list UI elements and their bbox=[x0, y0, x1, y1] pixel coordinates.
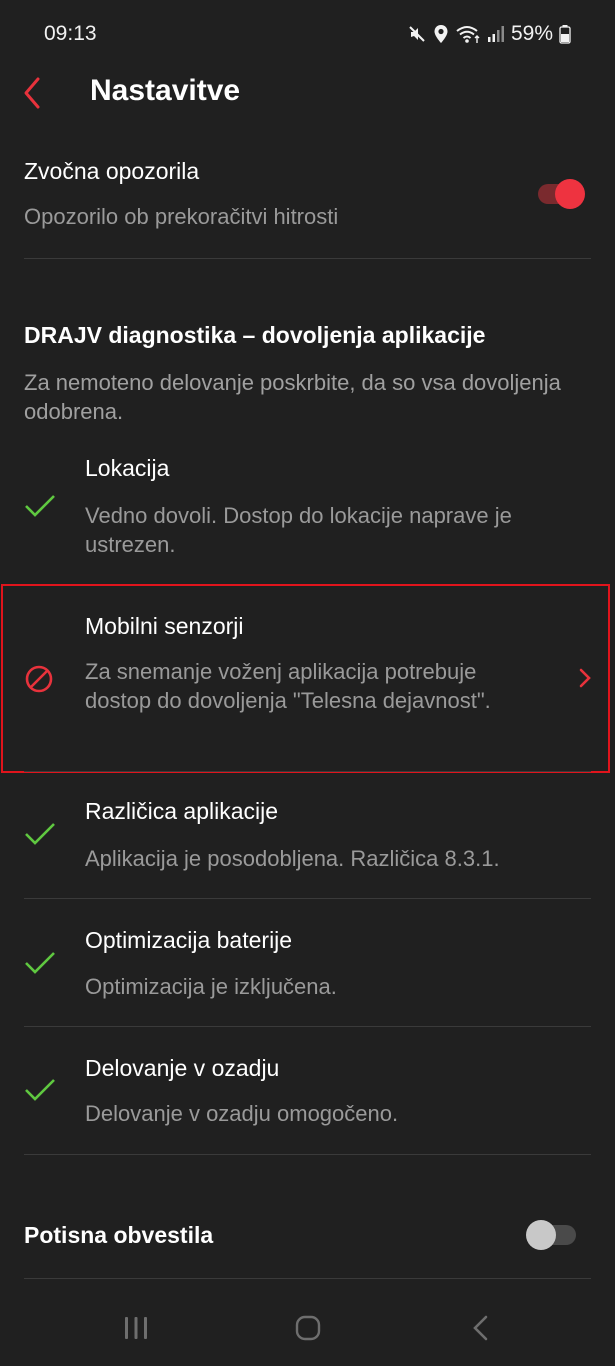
permission-description: Vedno dovoli. Dostop do lokacije naprave… bbox=[85, 503, 512, 557]
permission-title: Delovanje v ozadju bbox=[85, 1055, 280, 1081]
back-nav-icon[interactable] bbox=[470, 1314, 492, 1342]
permission-description: Aplikacija je posodobljena. Različica 8.… bbox=[85, 846, 500, 871]
push-notifications-title: Potisna obvestila bbox=[24, 1222, 214, 1248]
divider bbox=[24, 771, 591, 772]
checkmark-icon bbox=[25, 823, 55, 845]
permission-description: Za snemanje voženj aplikacija potrebuje … bbox=[85, 659, 491, 713]
sound-alerts-subtitle: Opozorilo ob prekoračitvi hitrosti bbox=[24, 204, 339, 229]
permission-title: Različica aplikacije bbox=[85, 798, 279, 824]
checkmark-icon bbox=[25, 1079, 55, 1101]
toggle-knob bbox=[526, 1220, 556, 1250]
sound-alerts-toggle[interactable] bbox=[538, 178, 588, 210]
permission-description: Delovanje v ozadju omogočeno. bbox=[85, 1101, 399, 1126]
battery-percent: 59% bbox=[510, 22, 553, 45]
permission-description: Optimizacija je izključena. bbox=[85, 974, 337, 999]
battery-icon bbox=[559, 25, 571, 44]
prohibited-icon bbox=[25, 665, 53, 693]
permission-title: Lokacija bbox=[85, 455, 170, 481]
diagnostics-title: DRAJV diagnostika – dovoljenja aplikacij… bbox=[24, 322, 486, 348]
divider bbox=[24, 1026, 591, 1027]
push-notifications-toggle[interactable] bbox=[526, 1219, 576, 1251]
checkmark-icon bbox=[25, 495, 55, 517]
diagnostics-description: Za nemoteno delovanje poskrbite, da so v… bbox=[24, 370, 561, 424]
chevron-right-icon bbox=[579, 668, 591, 688]
location-icon bbox=[434, 25, 448, 43]
permission-title: Optimizacija baterije bbox=[85, 927, 293, 953]
signal-icon bbox=[487, 26, 504, 42]
sound-alerts-title: Zvočna opozorila bbox=[24, 158, 200, 184]
list-item bbox=[0, 908, 615, 1026]
mute-icon bbox=[409, 26, 425, 42]
recent-apps-icon[interactable] bbox=[122, 1314, 150, 1342]
divider bbox=[24, 1154, 591, 1155]
chevron-left-icon bbox=[24, 77, 40, 109]
page-title: Nastavitve bbox=[90, 74, 241, 107]
home-icon[interactable] bbox=[294, 1314, 322, 1342]
divider bbox=[24, 258, 591, 259]
list-item bbox=[0, 1036, 615, 1154]
permission-title: Mobilni senzorji bbox=[85, 613, 244, 639]
wifi-icon bbox=[456, 26, 480, 43]
toggle-knob bbox=[555, 179, 585, 209]
checkmark-icon bbox=[25, 952, 55, 974]
status-time: 09:13 bbox=[44, 22, 97, 45]
divider bbox=[24, 1278, 591, 1279]
back-button[interactable] bbox=[20, 76, 50, 110]
status-icons: 59% bbox=[407, 22, 571, 46]
divider bbox=[24, 898, 591, 899]
